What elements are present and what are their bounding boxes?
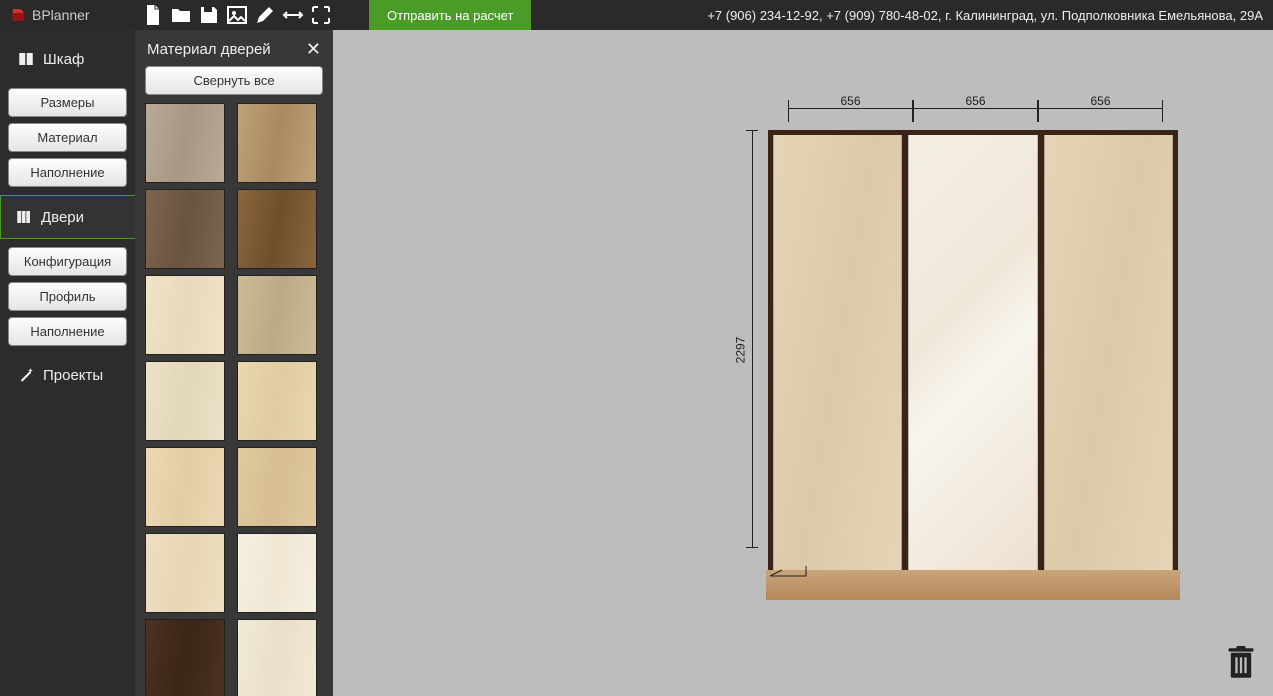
nav-wardrobe[interactable]: Шкаф xyxy=(0,38,135,80)
collapse-all-button[interactable]: Свернуть все xyxy=(145,66,323,95)
material-swatch[interactable] xyxy=(237,447,317,527)
material-swatch[interactable] xyxy=(145,533,225,613)
door-1[interactable] xyxy=(773,135,902,570)
logo-icon xyxy=(10,7,26,23)
contact-info: +7 (906) 234-12-92, +7 (909) 780-48-02, … xyxy=(707,0,1273,30)
door-2[interactable] xyxy=(908,135,1037,570)
nav-doors-label: Двери xyxy=(41,209,84,226)
fullscreen-icon[interactable] xyxy=(309,3,333,27)
wardrobe-filling-button[interactable]: Наполнение xyxy=(8,158,127,187)
app-name: BPlanner xyxy=(32,7,90,23)
app-logo: BPlanner xyxy=(0,0,135,30)
doors-filling-button[interactable]: Наполнение xyxy=(8,317,127,346)
magic-icon xyxy=(17,366,35,384)
material-swatch[interactable] xyxy=(237,619,317,696)
material-swatch[interactable] xyxy=(237,189,317,269)
material-swatch[interactable] xyxy=(145,189,225,269)
left-dimension: 2297 xyxy=(728,130,768,570)
sidebar: Шкаф Размеры Материал Наполнение Двери К… xyxy=(0,30,135,696)
panel-title: Материал дверей xyxy=(147,41,271,58)
doors-icon xyxy=(15,208,33,226)
wardrobe-material-button[interactable]: Материал xyxy=(8,123,127,152)
plinth xyxy=(766,570,1180,600)
material-swatch[interactable] xyxy=(237,275,317,355)
trash-icon[interactable] xyxy=(1227,646,1255,680)
top-dimensions: 656 656 656 xyxy=(768,100,1178,130)
canvas[interactable]: 656 656 656 2297 xyxy=(333,30,1273,696)
save-icon[interactable] xyxy=(197,3,221,27)
edit-icon[interactable] xyxy=(253,3,277,27)
material-swatch[interactable] xyxy=(145,103,225,183)
wardrobe-icon xyxy=(17,50,35,68)
nav-wardrobe-label: Шкаф xyxy=(43,51,84,68)
material-swatch[interactable] xyxy=(145,275,225,355)
material-swatch[interactable] xyxy=(237,361,317,441)
new-file-icon[interactable] xyxy=(141,3,165,27)
material-swatch[interactable] xyxy=(145,447,225,527)
wardrobe-sizes-button[interactable]: Размеры xyxy=(8,88,127,117)
image-icon[interactable] xyxy=(225,3,249,27)
nav-doors[interactable]: Двери xyxy=(0,195,135,239)
doors-config-button[interactable]: Конфигурация xyxy=(8,247,127,276)
material-panel: Материал дверей ✕ Свернуть все xyxy=(135,30,333,696)
material-swatch[interactable] xyxy=(237,103,317,183)
floor-angle-icon xyxy=(768,564,808,578)
nav-projects-label: Проекты xyxy=(43,367,103,384)
doors-profile-button[interactable]: Профиль xyxy=(8,282,127,311)
hflip-icon[interactable] xyxy=(281,3,305,27)
material-swatch[interactable] xyxy=(145,619,225,696)
nav-projects[interactable]: Проекты xyxy=(0,354,135,396)
send-for-calc-button[interactable]: Отправить на расчет xyxy=(369,0,531,30)
material-swatch[interactable] xyxy=(145,361,225,441)
material-swatch[interactable] xyxy=(237,533,317,613)
open-folder-icon[interactable] xyxy=(169,3,193,27)
door-3[interactable] xyxy=(1044,135,1173,570)
wardrobe-preview[interactable] xyxy=(768,130,1178,570)
close-icon[interactable]: ✕ xyxy=(306,40,321,58)
